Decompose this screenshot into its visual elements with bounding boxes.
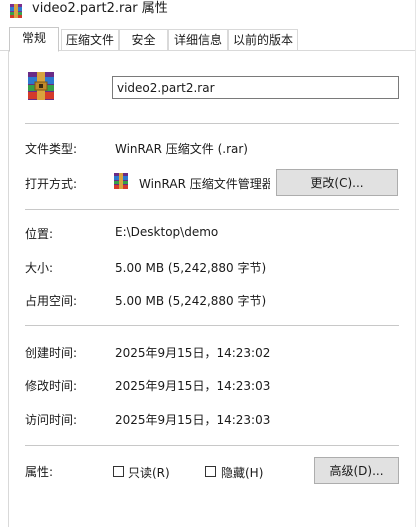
- winrar-title-icon: [10, 4, 22, 18]
- accessed-label: 访问时间:: [25, 413, 78, 427]
- size-on-disk-value: 5.00 MB (5,242,880 字节): [115, 294, 267, 308]
- separator-1: [25, 123, 399, 124]
- winrar-archive-icon: [28, 72, 54, 100]
- size-on-disk-label: 占用空间:: [25, 294, 78, 308]
- tab-security[interactable]: 安全: [119, 29, 168, 50]
- separator-2: [25, 209, 399, 210]
- change-button[interactable]: 更改(C)...: [276, 169, 398, 196]
- hidden-label[interactable]: 隐藏(H): [221, 464, 263, 481]
- file-name-input[interactable]: [112, 76, 399, 99]
- tab-archive[interactable]: 压缩文件: [61, 29, 119, 50]
- tab-strip: 常规 压缩文件 安全 详细信息 以前的版本: [0, 27, 419, 52]
- winrar-app-icon: [114, 173, 128, 189]
- properties-window: video2.part2.rar 属性 常规 压缩文件 安全 详细信息 以前的版…: [0, 0, 419, 527]
- file-type-value: WinRAR 压缩文件 (.rar): [115, 142, 248, 156]
- title-bar[interactable]: video2.part2.rar 属性: [0, 0, 419, 24]
- readonly-label[interactable]: 只读(R): [128, 464, 170, 481]
- attributes-label: 属性:: [25, 465, 54, 479]
- separator-4: [25, 445, 399, 446]
- readonly-checkbox[interactable]: [113, 466, 124, 477]
- location-value: E:\Desktop\demo: [115, 225, 219, 239]
- size-label: 大小:: [25, 261, 54, 275]
- hidden-checkbox[interactable]: [205, 466, 216, 477]
- size-value: 5.00 MB (5,242,880 字节): [115, 261, 267, 275]
- window-title: video2.part2.rar 属性: [32, 1, 168, 16]
- separator-3: [25, 325, 399, 326]
- location-label: 位置:: [25, 227, 54, 241]
- tab-previous-versions[interactable]: 以前的版本: [228, 29, 298, 50]
- opens-with-label: 打开方式:: [25, 177, 78, 191]
- created-value: 2025年9月15日，14:23:02: [115, 346, 271, 360]
- modified-label: 修改时间:: [25, 379, 78, 393]
- accessed-value: 2025年9月15日，14:23:03: [115, 413, 271, 427]
- modified-value: 2025年9月15日，14:23:03: [115, 379, 271, 393]
- advanced-button[interactable]: 高级(D)...: [314, 457, 399, 484]
- tab-details[interactable]: 详细信息: [168, 29, 228, 50]
- tab-general[interactable]: 常规: [9, 27, 59, 52]
- file-type-label: 文件类型:: [25, 142, 78, 156]
- window-right-edge: [415, 0, 419, 527]
- created-label: 创建时间:: [25, 346, 78, 360]
- opens-with-value: WinRAR 压缩文件管理器: [139, 177, 270, 191]
